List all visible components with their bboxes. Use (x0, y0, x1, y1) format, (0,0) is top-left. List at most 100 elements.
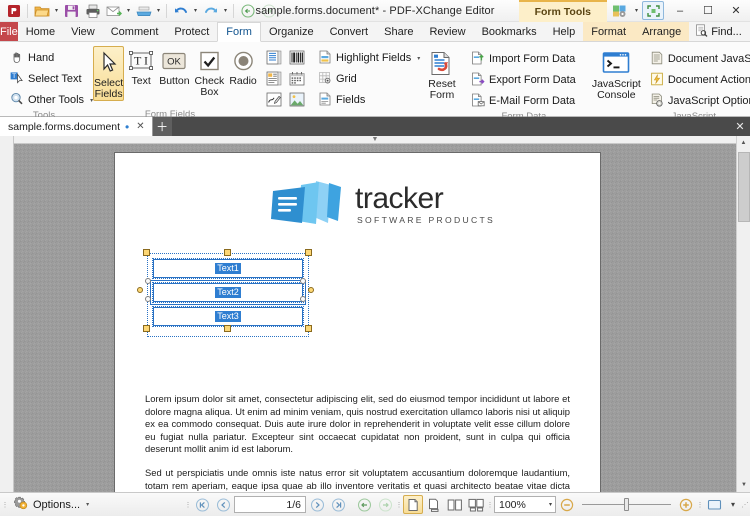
list-box-icon[interactable] (263, 47, 285, 67)
group-handle-bottom-left[interactable] (143, 325, 150, 332)
email-form-data-button[interactable]: E-Mail Form Data (466, 91, 581, 111)
tab-format[interactable]: Format (583, 22, 635, 41)
highlight-fields-button[interactable]: Highlight Fields ▾ (313, 48, 425, 68)
check-box-button[interactable]: Check Box (194, 46, 226, 99)
fullscreen-mode-button[interactable] (704, 495, 724, 514)
javascript-options-button[interactable]: JavaScript Options (645, 91, 750, 111)
export-form-data-button[interactable]: Export Form Data (466, 70, 581, 90)
document-javascript-button[interactable]: Document JavaScript (645, 49, 750, 69)
tab-review[interactable]: Review (421, 22, 473, 41)
close-button[interactable]: ✕ (722, 0, 750, 22)
next-page-button[interactable] (307, 495, 327, 514)
previous-page-button[interactable] (213, 495, 233, 514)
form-field-text2[interactable]: Text2 (137, 278, 314, 305)
date-field-icon[interactable] (286, 68, 308, 88)
scrollbar-thumb[interactable] (738, 152, 750, 222)
open-dropdown-caret[interactable]: ▾ (52, 1, 61, 20)
tab-file[interactable]: File (0, 22, 18, 41)
print-icon[interactable] (82, 1, 103, 20)
group-handle-top-left[interactable] (143, 249, 150, 256)
redo-icon[interactable] (200, 1, 221, 20)
continuous-scroll-view-button[interactable] (424, 495, 444, 514)
document-actions-button[interactable]: Document Actions (645, 70, 750, 90)
zoom-slider[interactable] (582, 498, 671, 511)
resize-grip[interactable]: ⋰ (742, 497, 749, 513)
tab-view[interactable]: View (63, 22, 103, 41)
open-icon[interactable] (31, 1, 52, 20)
barcode-icon[interactable] (286, 47, 308, 67)
contextual-tab-form-tools[interactable]: Form Tools (518, 0, 607, 22)
signature-field-icon[interactable] (263, 89, 285, 109)
radio-button-button[interactable]: Radio (228, 46, 257, 88)
options-button[interactable]: Options... ▾ (9, 495, 94, 514)
left-navigation-pane[interactable] (0, 136, 14, 492)
undo-dropdown-caret[interactable]: ▾ (191, 1, 200, 20)
group-handle-bottom-right[interactable] (305, 325, 312, 332)
group-handle-bottom-center[interactable] (224, 325, 231, 332)
fullscreen-mode-caret[interactable]: ▾ (725, 500, 741, 509)
combo-box-icon[interactable] (263, 68, 285, 88)
single-page-view-button[interactable] (403, 495, 423, 514)
group-handle-top-center[interactable] (224, 249, 231, 256)
tab-share[interactable]: Share (376, 22, 421, 41)
form-field-text3[interactable]: Text3 (152, 306, 304, 327)
fullscreen-icon[interactable] (642, 1, 664, 20)
tab-bookmarks[interactable]: Bookmarks (474, 22, 545, 41)
last-page-button[interactable] (328, 495, 348, 514)
zoom-in-button[interactable] (676, 495, 696, 514)
text-field-button[interactable]: T I Text (127, 46, 155, 88)
tab-comment[interactable]: Comment (103, 22, 167, 41)
go-back-button[interactable] (354, 495, 374, 514)
field2-handle-bottom-left[interactable] (145, 296, 151, 302)
document-tab[interactable]: sample.forms.document • ✕ (0, 117, 153, 136)
tab-form[interactable]: Form (217, 22, 261, 42)
first-page-button[interactable] (192, 495, 212, 514)
scroll-down-icon[interactable]: ▼ (737, 478, 750, 492)
grid-button[interactable]: Grid (313, 69, 362, 89)
scroll-up-icon[interactable]: ▲ (737, 136, 750, 150)
field2-handle-top-left[interactable] (145, 278, 151, 284)
scan-icon[interactable] (133, 1, 154, 20)
document-tab-close-icon[interactable]: ✕ (134, 121, 146, 132)
tab-convert[interactable]: Convert (322, 22, 377, 41)
field2-handle-left-mid[interactable] (137, 287, 143, 293)
tab-organize[interactable]: Organize (261, 22, 322, 41)
import-form-data-button[interactable]: Import Form Data (466, 49, 581, 69)
other-tools-button[interactable]: Other Tools ▾ (5, 90, 98, 110)
fields-button[interactable]: Fields (313, 90, 370, 110)
zoom-level-input[interactable]: 100% ▾ (494, 496, 556, 513)
two-page-view-button[interactable] (445, 495, 465, 514)
form-field-text1[interactable]: Text1 (152, 258, 304, 279)
button-field-button[interactable]: OK Button (158, 46, 190, 88)
customize-ui-icon[interactable] (609, 1, 631, 20)
vertical-scrollbar[interactable]: ▲ ▼ (736, 136, 750, 492)
tab-arrange[interactable]: Arrange (634, 22, 690, 41)
group-handle-top-right[interactable] (305, 249, 312, 256)
tab-home[interactable]: Home (18, 22, 63, 41)
app-logo-icon[interactable] (3, 1, 24, 20)
redo-dropdown-caret[interactable]: ▾ (221, 1, 230, 20)
find-button[interactable]: Find... (689, 23, 748, 41)
field2-handle-right-mid[interactable] (308, 287, 314, 293)
tab-help[interactable]: Help (545, 22, 584, 41)
two-page-scroll-view-button[interactable] (466, 495, 486, 514)
forward-icon[interactable] (258, 1, 279, 20)
zoom-out-button[interactable] (557, 495, 577, 514)
hand-tool-button[interactable]: Hand (5, 48, 59, 68)
pane-splitter[interactable]: ▼ (14, 136, 736, 144)
image-field-icon[interactable] (286, 89, 308, 109)
email-dropdown-caret[interactable]: ▾ (124, 1, 133, 20)
document-canvas[interactable]: ▼ tracker SOFTWARE PRODUCTS Text1 Text2 … (14, 136, 750, 492)
select-text-tool-button[interactable]: T Select Text (5, 69, 87, 89)
field2-handle-top-right[interactable] (300, 278, 306, 284)
tab-protect[interactable]: Protect (166, 22, 217, 41)
page-number-input[interactable]: 1/6 (234, 496, 306, 513)
new-tab-button[interactable]: ＋ (152, 117, 172, 136)
minimize-button[interactable]: – (666, 0, 694, 22)
email-icon[interactable] (103, 1, 124, 20)
reset-form-button[interactable]: Reset Form (421, 47, 463, 102)
close-document-button[interactable]: ✕ (730, 117, 750, 136)
options-caret[interactable]: ▾ (86, 501, 89, 508)
undo-icon[interactable] (170, 1, 191, 20)
scan-dropdown-caret[interactable]: ▾ (154, 1, 163, 20)
